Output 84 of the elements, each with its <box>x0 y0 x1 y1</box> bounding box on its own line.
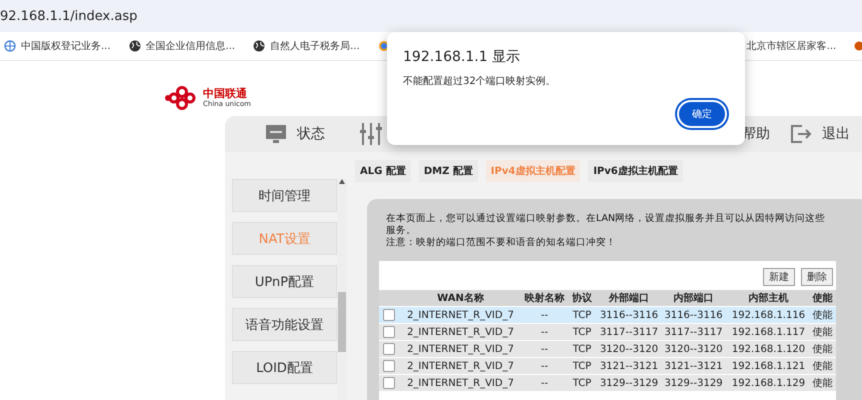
sidebar-item[interactable]: UPnP配置 <box>232 265 337 298</box>
column-header: 使能 <box>811 292 834 305</box>
table-cell-text: 192.168.1.120 <box>730 344 806 354</box>
dialog-message: 不能配置超过32个端口映射实例。 <box>403 74 557 88</box>
dialog-title: 192.168.1.1 显示 <box>403 48 522 66</box>
column-header: 映射名称 <box>524 292 566 305</box>
table-cell-text: 3121--3121 <box>663 360 724 372</box>
table-row[interactable]: 2_INTERNET_R_VID_7 -- TCP 3129--3129 3129--3129 192.168.1.129 使能 <box>379 375 836 392</box>
table-cell-text: -- <box>540 326 550 338</box>
sidebar-item[interactable]: 时间管理 <box>232 179 337 212</box>
table-cell-text: 2_INTERNET_R_VID_7 <box>406 326 515 338</box>
table-row[interactable]: 2_INTERNET_R_VID_7 -- TCP 3120--3120 3120--3120 192.168.1.120 使能 <box>379 341 836 358</box>
ok-button[interactable]: 确定 <box>677 100 727 128</box>
table-cell-text: TCP <box>572 344 592 354</box>
table-cell-text: 3117--3117 <box>598 326 660 338</box>
table-cell-text: -- <box>540 344 550 354</box>
nav-item[interactable]: 退出 <box>790 124 850 144</box>
tab[interactable]: DMZ 配置 <box>418 160 478 182</box>
table-row[interactable]: 2_INTERNET_R_VID_7 -- TCP 3116--3116 3116--3116 192.168.1.116 使能 <box>379 307 836 324</box>
sliders-icon <box>360 122 382 146</box>
scroll-up-icon <box>339 179 345 184</box>
bookmark[interactable] <box>854 40 862 52</box>
row-checkbox[interactable] <box>383 343 395 355</box>
table-cell-text: -- <box>540 378 550 388</box>
nav-item[interactable] <box>360 122 382 146</box>
table-cell-text: 使能 <box>812 308 834 322</box>
table-cell-text: 192.168.1.117 <box>730 326 806 338</box>
table-cell-text: TCP <box>572 360 592 372</box>
intro-text: 在本页面上，您可以通过设置端口映射参数。在LAN网络，设置虚拟服务并且可以从因特网访问这些服务。 注意：映射的端口范围不要和语音的知名端口冲突！ <box>385 212 826 249</box>
bookmark[interactable]: 全国企业信用信息... <box>128 39 236 53</box>
table-cell-text: 使能 <box>812 342 834 356</box>
globe-icon <box>4 40 16 52</box>
row-checkbox[interactable] <box>383 326 395 338</box>
scrollbar[interactable] <box>337 179 347 400</box>
column-header: 协议 <box>571 292 593 305</box>
column-header: WAN名称 <box>436 292 485 305</box>
monitor-icon <box>265 124 287 144</box>
table-cell-text: 3117--3117 <box>663 326 724 338</box>
address-bar-url[interactable]: 92.168.1.1/index.asp <box>0 8 138 24</box>
column-header: 内部端口 <box>672 292 714 305</box>
table-cell-text: 3116--3116 <box>663 310 724 320</box>
globe-icon <box>128 40 141 52</box>
table-cell-text: 3129--3129 <box>663 378 724 388</box>
row-checkbox[interactable] <box>383 360 395 372</box>
nav-item[interactable]: 状态 <box>265 124 325 144</box>
table-cell-text: 2_INTERNET_R_VID_7 <box>406 378 515 388</box>
table-cell-text: 使能 <box>812 376 834 390</box>
table-cell-text: 3129--3129 <box>598 378 660 388</box>
brand-name: 中国联通 <box>203 88 248 100</box>
table-cell-text: 2_INTERNET_R_VID_7 <box>406 310 515 320</box>
table-cell-text: 192.168.1.116 <box>730 310 806 320</box>
sidebar-item[interactable]: LOID配置 <box>232 351 337 384</box>
table-row[interactable]: 2_INTERNET_R_VID_7 -- TCP 3121--3121 3121--3121 192.168.1.121 使能 <box>379 358 836 375</box>
table-cell-text: 2_INTERNET_R_VID_7 <box>406 360 515 372</box>
table-cell-text: 使能 <box>812 360 834 373</box>
table-cell-text: 3120--3120 <box>598 344 660 354</box>
tab[interactable]: ALG 配置 <box>355 160 411 182</box>
action-button[interactable]: 新建 <box>763 268 795 286</box>
table-cell-text: 2_INTERNET_R_VID_7 <box>406 344 515 354</box>
tab[interactable]: IPv6虚拟主机配置 <box>588 160 683 182</box>
column-header: 外部端口 <box>608 292 650 305</box>
table-cell-text: TCP <box>572 378 592 388</box>
table-cell-text: 3120--3120 <box>663 344 724 354</box>
bookmark[interactable]: 中国版权登记业务... <box>4 39 111 53</box>
action-button[interactable]: 删除 <box>801 268 833 286</box>
row-checkbox[interactable] <box>383 309 395 321</box>
table-cell-text: TCP <box>572 310 592 320</box>
exit-icon <box>790 124 812 144</box>
table-cell-text: 192.168.1.129 <box>730 378 806 388</box>
table-row[interactable]: 2_INTERNET_R_VID_7 -- TCP 3117--3117 3117--3117 192.168.1.117 使能 <box>379 324 836 341</box>
globe-icon <box>253 40 266 52</box>
table-cell-text: 192.168.1.121 <box>730 360 806 372</box>
table-cell-text: 3121--3121 <box>598 360 660 372</box>
bookmark[interactable]: 自然人电子税务局... <box>253 39 360 53</box>
table-cell-text: -- <box>540 360 550 372</box>
scrollbar-thumb[interactable] <box>338 292 346 352</box>
table-cell-text: TCP <box>572 326 592 338</box>
table-cell-text: 3116--3116 <box>598 310 660 320</box>
sidebar-item[interactable]: 语音功能设置 <box>232 308 337 341</box>
site-icon <box>854 40 862 52</box>
column-header: 内部主机 <box>748 291 790 305</box>
table-cell-text: 使能 <box>812 326 834 339</box>
table-cell-text: -- <box>540 310 550 320</box>
row-checkbox[interactable] <box>383 377 395 389</box>
